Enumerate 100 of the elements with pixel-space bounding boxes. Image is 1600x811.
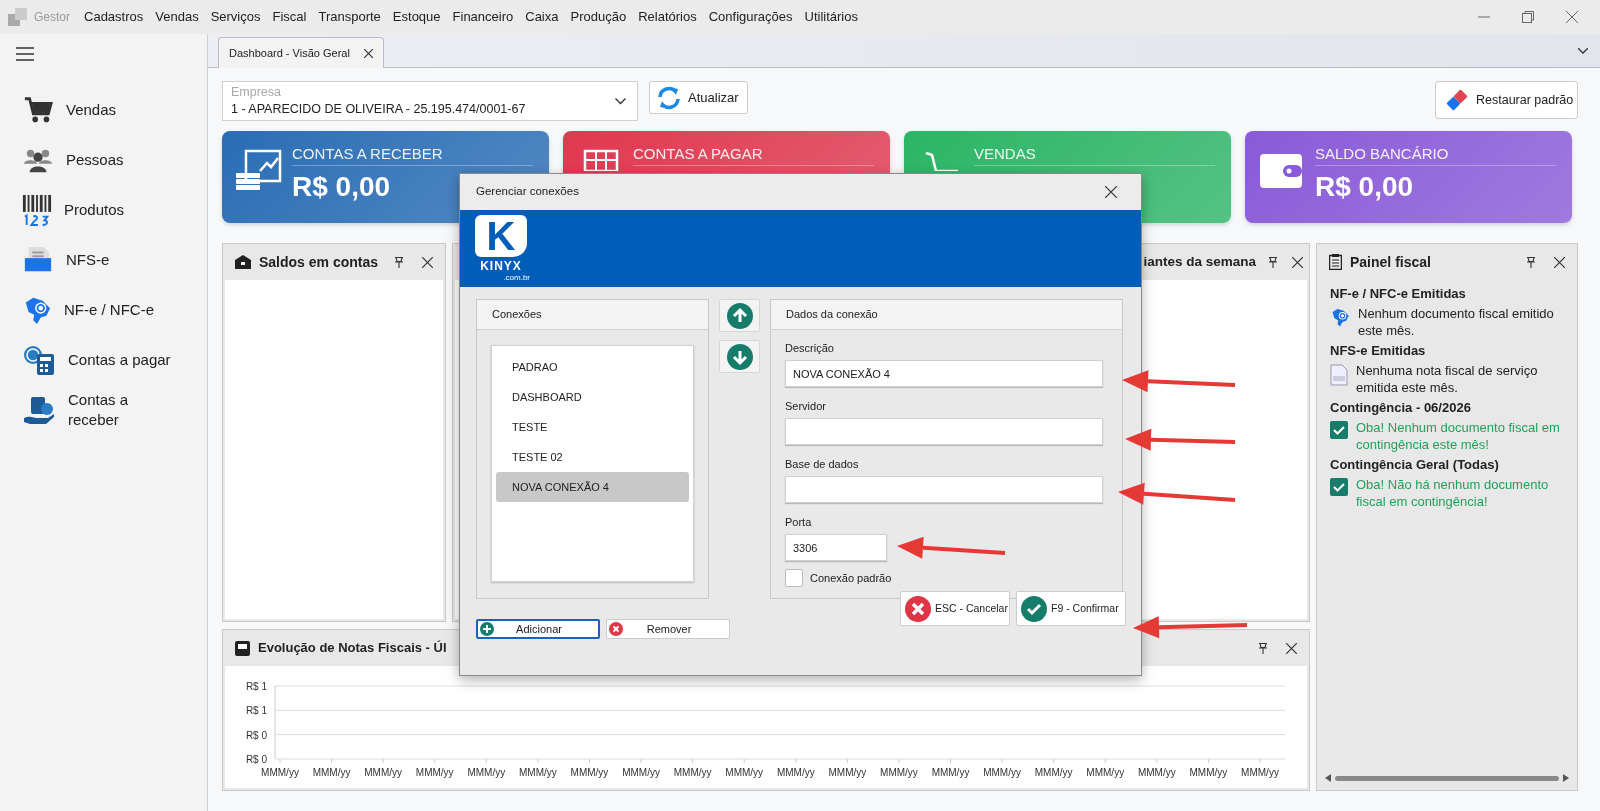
logo-domain: .com.br <box>503 273 530 282</box>
card-title: SALDO BANCÁRIO <box>1315 145 1556 166</box>
menu-icon[interactable] <box>16 47 34 61</box>
list-item[interactable]: TESTE <box>496 412 689 442</box>
close-icon[interactable] <box>1554 256 1565 268</box>
company-select[interactable]: Empresa 1 - APARECIDO DE OLIVEIRA - 25.195.474/0001-67 <box>222 81 638 121</box>
chart-money-icon <box>234 149 282 193</box>
reset-button[interactable]: Restaurar padrão <box>1435 81 1578 119</box>
axis-tick-label: MMM/yy <box>622 767 660 778</box>
close-icon[interactable] <box>1105 186 1117 198</box>
input-field[interactable]: 3306 <box>785 534 887 561</box>
menu-item[interactable]: Relatórios <box>632 3 703 31</box>
refresh-icon <box>656 85 682 110</box>
move-down-button[interactable] <box>719 340 760 373</box>
list-item[interactable]: NOVA CONEXÃO 4 <box>496 472 689 502</box>
restore-icon[interactable] <box>1522 11 1534 23</box>
move-up-button[interactable] <box>719 299 760 332</box>
sidebar-item[interactable]: Produtos <box>0 185 207 235</box>
close-icon[interactable] <box>422 256 433 268</box>
field-label: Descrição <box>785 341 835 355</box>
sidebar-item[interactable]: NF-e / NFC-e <box>0 285 207 335</box>
axis-tick-label: MMM/yy <box>312 767 351 778</box>
axis-tick-label: R$ 0 <box>245 729 267 741</box>
axis-tick-label: MMM/yy <box>261 767 299 778</box>
sidebar-item[interactable]: Contas a pagar <box>0 335 207 385</box>
panel-title: Painel fiscal <box>1350 252 1431 272</box>
scroll-left-icon[interactable] <box>1325 774 1331 782</box>
eraser-icon <box>1444 87 1470 113</box>
close-icon[interactable] <box>1292 256 1303 268</box>
axis-tick-label: MMM/yy <box>519 767 557 778</box>
confirm-button[interactable]: F9 - Confirmar <box>1016 591 1126 626</box>
status-message: Oba! Nenhum documento fiscal em contingência este mês! <box>1356 419 1561 453</box>
tab[interactable]: Dashboard - Visão Geral <box>218 37 384 68</box>
pin-icon[interactable] <box>394 256 404 268</box>
field-label: Porta <box>785 515 813 529</box>
list-item[interactable]: TESTE 02 <box>496 442 689 472</box>
status-message: Oba! Não há nenhum documento fiscal em contingência! <box>1356 476 1550 510</box>
checkmark-icon <box>1330 421 1348 439</box>
axis-tick-label: MMM/yy <box>364 767 403 778</box>
pin-icon[interactable] <box>1258 642 1268 654</box>
axis-tick-label: MMM/yy <box>570 767 609 778</box>
panel-title: Evolução de Notas Fiscais - Úl <box>258 639 447 658</box>
menu-item[interactable]: Fiscal <box>266 3 313 31</box>
input-field[interactable] <box>785 418 1103 445</box>
menu-item[interactable]: Financeiro <box>446 3 520 31</box>
cancel-button[interactable]: ESC - Cancelar <box>900 591 1010 626</box>
menu-item[interactable]: Caixa <box>519 3 565 31</box>
app-name: Gestor <box>34 9 70 26</box>
section-heading: Contingência - 06/2026 <box>1330 399 1472 417</box>
sidebar-item[interactable]: Pessoas <box>0 135 207 185</box>
chevron-down-icon <box>615 98 626 105</box>
axis-tick-label: MMM/yy <box>983 767 1021 778</box>
chevron-down-icon[interactable] <box>1578 48 1588 54</box>
refresh-button[interactable]: Atualizar <box>649 81 748 114</box>
axis-tick-label: MMM/yy <box>673 767 712 778</box>
menu-item[interactable]: Serviços <box>204 3 267 31</box>
add-button[interactable]: Adicionar <box>476 619 600 639</box>
scroll-right-icon[interactable] <box>1563 774 1569 782</box>
checkmark-icon <box>1021 595 1047 622</box>
input-field[interactable]: NOVA CONEXÃO 4 <box>785 360 1103 387</box>
sidebar-item[interactable]: Contas a receber <box>0 385 207 435</box>
close-icon[interactable] <box>1286 642 1297 654</box>
plus-icon <box>480 622 494 636</box>
group-title: Dados da conexão <box>786 307 878 323</box>
close-icon[interactable] <box>364 48 373 58</box>
close-icon[interactable] <box>1566 11 1578 23</box>
horizontal-scrollbar[interactable] <box>1325 774 1569 782</box>
axis-tick-label: MMM/yy <box>725 767 764 778</box>
sidebar-item[interactable]: NFS-e <box>0 235 207 285</box>
barcode-icon <box>22 194 52 226</box>
menu-item[interactable]: Estoque <box>386 3 447 31</box>
card-value: R$ 0,00 <box>292 170 391 204</box>
menu-item[interactable]: Cadastros <box>78 3 150 31</box>
logo-mark: K <box>475 215 527 257</box>
list-item[interactable]: DASHBOARD <box>496 382 689 412</box>
card-title: VENDAS <box>974 145 1215 166</box>
card-title: CONTAS A RECEBER <box>292 145 533 166</box>
menu-item[interactable]: Vendas <box>149 3 205 31</box>
pin-icon[interactable] <box>1526 256 1536 268</box>
hand-coins-icon <box>22 394 56 426</box>
axis-tick-label: MMM/yy <box>931 767 970 778</box>
field-label: Base de dados <box>785 457 860 471</box>
bank-icon <box>235 255 251 269</box>
checkbox[interactable] <box>785 569 803 587</box>
menu-item[interactable]: Configurações <box>702 3 799 31</box>
card-value: R$ 0,00 <box>1315 170 1414 204</box>
menu-item[interactable]: Transporte <box>312 3 387 31</box>
menu-item[interactable]: Utilitários <box>798 3 864 31</box>
pin-icon[interactable] <box>1268 256 1278 268</box>
remove-button[interactable]: Remover <box>606 619 730 639</box>
section-heading: Contingência Geral (Todas) <box>1330 456 1500 474</box>
axis-tick-label: MMM/yy <box>828 767 867 778</box>
app-logo-icon <box>8 8 28 26</box>
menu-item[interactable]: Produção <box>564 3 633 31</box>
input-field[interactable] <box>785 476 1103 503</box>
list-item[interactable]: PADRAO <box>496 352 689 382</box>
axis-tick-label: MMM/yy <box>1241 767 1279 778</box>
card-title: CONTAS A PAGAR <box>633 145 874 166</box>
chart-icon <box>235 640 250 656</box>
sidebar-item[interactable]: Vendas <box>0 85 207 135</box>
